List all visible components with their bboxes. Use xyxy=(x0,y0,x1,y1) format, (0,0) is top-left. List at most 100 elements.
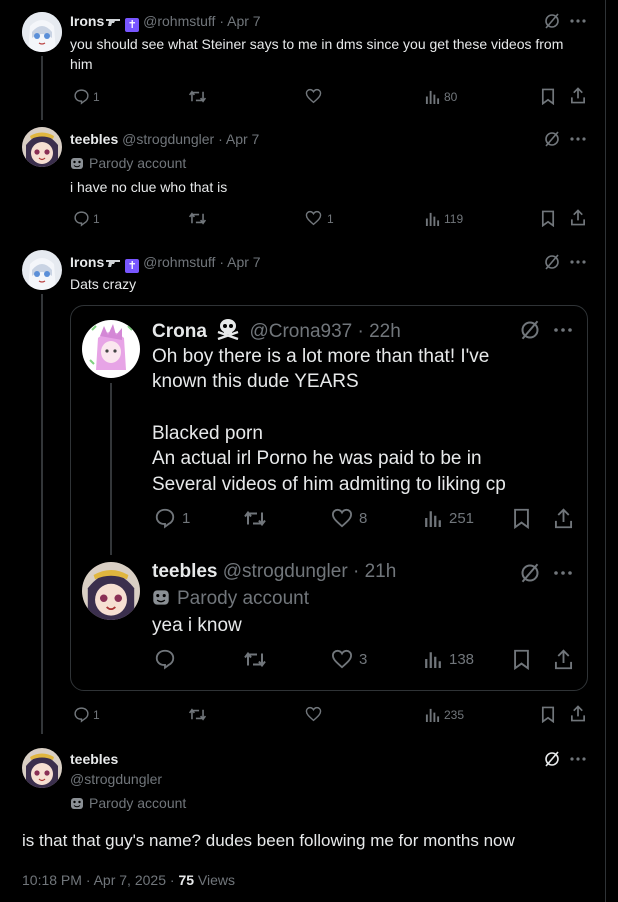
bookmark-icon[interactable] xyxy=(511,506,531,530)
author-handle[interactable]: @strogdungler xyxy=(223,561,348,582)
views-icon[interactable] xyxy=(423,87,441,105)
quote-text-line: An actual irl Porno he was paid to be in xyxy=(152,448,482,469)
post-date[interactable]: Apr 7 xyxy=(227,254,260,270)
grok-icon[interactable] xyxy=(543,12,561,30)
quote-header: teebles @strogdungler · 21h xyxy=(152,561,397,582)
thread-line xyxy=(110,383,112,555)
reply-count: 1 xyxy=(93,90,100,104)
masks-icon xyxy=(70,797,84,810)
avatar[interactable] xyxy=(22,748,62,788)
grok-icon[interactable] xyxy=(543,750,561,768)
author-handle[interactable]: @strogdungler xyxy=(70,771,162,787)
author-name[interactable]: Crona xyxy=(152,321,207,342)
like-count: 1 xyxy=(327,212,334,226)
views-label: Views xyxy=(197,872,235,888)
post-meta: 10:18 PM · Apr 7, 2025 · 75 Views xyxy=(22,872,235,888)
views-icon[interactable] xyxy=(423,209,441,227)
post-date[interactable]: 22h xyxy=(369,321,401,342)
grok-icon[interactable] xyxy=(543,130,561,148)
quote-text-line: Oh boy there is a lot more than that! I'… xyxy=(152,346,490,367)
cross-badge-icon: ✝ xyxy=(125,18,140,32)
bookmark-icon[interactable] xyxy=(540,705,556,723)
view-count: 251 xyxy=(449,510,475,527)
bookmark-icon[interactable] xyxy=(540,87,556,105)
more-icon[interactable] xyxy=(568,12,588,30)
author-name[interactable]: Irons xyxy=(70,254,104,270)
avatar[interactable] xyxy=(22,12,62,52)
view-count: 80 xyxy=(444,90,458,104)
like-icon[interactable] xyxy=(330,648,354,670)
reply-icon[interactable] xyxy=(72,209,90,227)
parody-label: Parody account xyxy=(70,795,186,811)
author-handle[interactable]: @strogdungler xyxy=(122,131,214,147)
reply-icon[interactable] xyxy=(153,647,177,671)
reply-count: 1 xyxy=(93,212,100,226)
masks-icon xyxy=(70,157,84,170)
grok-icon[interactable] xyxy=(519,319,541,341)
main-post-text: is that that guy's name? dudes been foll… xyxy=(22,831,515,850)
grok-icon[interactable] xyxy=(543,253,561,271)
more-icon[interactable] xyxy=(552,319,574,341)
avatar[interactable] xyxy=(22,127,62,167)
share-icon[interactable] xyxy=(569,86,587,104)
post-text: i have no clue who that is xyxy=(70,179,228,195)
like-icon[interactable] xyxy=(304,705,322,723)
views-icon[interactable] xyxy=(422,507,444,529)
avatar[interactable] xyxy=(22,250,62,290)
reply-icon[interactable] xyxy=(72,87,90,105)
repost-icon[interactable] xyxy=(242,506,268,530)
post-date[interactable]: Apr 7 xyxy=(226,131,259,147)
meta-separator: · xyxy=(165,872,179,888)
post-header: Irons ✝ @rohmstuff · Apr 7 xyxy=(70,254,261,273)
main-author-handle-wrap: @strogdungler xyxy=(70,771,162,787)
bookmark-icon[interactable] xyxy=(540,209,556,227)
author-name[interactable]: Irons xyxy=(70,13,104,29)
like-icon[interactable] xyxy=(304,87,322,105)
quote-header: Crona @Crona937 · 22h xyxy=(152,318,401,343)
reply-icon[interactable] xyxy=(72,705,90,723)
like-icon[interactable] xyxy=(304,209,322,227)
post-text: Dats crazy xyxy=(70,276,137,292)
post-timestamp[interactable]: 10:18 PM · Apr 7, 2025 xyxy=(22,872,166,888)
share-icon[interactable] xyxy=(569,704,587,722)
more-icon[interactable] xyxy=(568,750,588,768)
repost-icon[interactable] xyxy=(187,705,207,723)
quote-text-line: Blacked porn xyxy=(152,423,263,444)
grok-icon[interactable] xyxy=(519,562,541,584)
parody-label-text: Parody account xyxy=(89,795,187,811)
more-icon[interactable] xyxy=(568,130,588,148)
like-icon[interactable] xyxy=(330,507,354,529)
reply-count: 1 xyxy=(182,510,191,527)
reply-icon[interactable] xyxy=(153,506,177,530)
views-icon[interactable] xyxy=(422,648,444,670)
post-header: Irons ✝ @rohmstuff · Apr 7 xyxy=(70,13,261,32)
post-date[interactable]: 21h xyxy=(365,561,397,582)
repost-icon[interactable] xyxy=(187,209,207,227)
repost-icon[interactable] xyxy=(242,647,268,671)
author-handle[interactable]: @rohmstuff xyxy=(143,13,215,29)
share-icon[interactable] xyxy=(552,506,574,530)
author-name[interactable]: teebles xyxy=(70,751,118,767)
avatar[interactable] xyxy=(82,562,140,620)
quote-text-line: known this dude YEARS xyxy=(152,371,359,392)
bookmark-icon[interactable] xyxy=(511,647,531,671)
author-handle[interactable]: @Crona937 xyxy=(249,321,352,342)
author-name[interactable]: teebles xyxy=(152,561,217,582)
avatar[interactable] xyxy=(82,320,140,378)
author-name[interactable]: teebles xyxy=(70,131,118,147)
parody-label: Parody account xyxy=(70,155,186,171)
more-icon[interactable] xyxy=(552,562,574,584)
views-icon[interactable] xyxy=(423,705,441,723)
more-icon[interactable] xyxy=(568,253,588,271)
author-handle[interactable]: @rohmstuff xyxy=(143,254,215,270)
share-icon[interactable] xyxy=(569,208,587,226)
gun-icon xyxy=(106,14,122,30)
share-icon[interactable] xyxy=(552,647,574,671)
views-count: 75 xyxy=(178,872,195,888)
quote-text: yea i know xyxy=(152,615,242,636)
gun-icon xyxy=(106,255,122,271)
post-date[interactable]: Apr 7 xyxy=(227,13,260,29)
like-count: 8 xyxy=(359,510,368,527)
view-count: 119 xyxy=(444,212,464,226)
repost-icon[interactable] xyxy=(187,87,207,105)
